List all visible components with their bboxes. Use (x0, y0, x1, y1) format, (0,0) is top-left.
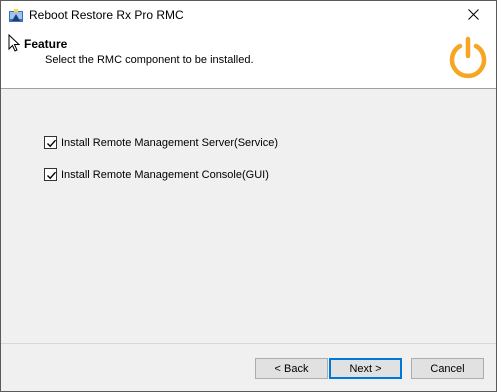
power-icon (445, 34, 491, 80)
cancel-button[interactable]: Cancel (411, 358, 484, 379)
option-console[interactable]: Install Remote Management Console(GUI) (44, 168, 269, 181)
checkmark-icon (47, 171, 57, 180)
installer-window: Reboot Restore Rx Pro RMC Feature Select… (0, 0, 497, 392)
footer-divider (1, 343, 496, 344)
next-button[interactable]: Next > (329, 358, 402, 379)
server-option-label: Install Remote Management Server(Service… (61, 136, 279, 149)
close-button[interactable] (450, 1, 496, 31)
page-header: Feature Select the RMC component to be i… (1, 31, 496, 89)
option-server[interactable]: Install Remote Management Server(Service… (44, 136, 278, 149)
window-title: Reboot Restore Rx Pro RMC (29, 8, 184, 22)
page-title: Feature (24, 37, 68, 51)
installer-icon (8, 8, 24, 24)
console-option-label: Install Remote Management Console(GUI) (61, 168, 269, 181)
checkmark-icon (47, 139, 57, 148)
close-icon (467, 9, 479, 23)
console-checkbox[interactable] (44, 168, 57, 181)
title-bar: Reboot Restore Rx Pro RMC (1, 1, 496, 31)
mouse-cursor-icon (8, 33, 21, 52)
back-button[interactable]: < Back (255, 358, 328, 379)
page-subtitle: Select the RMC component to be installed… (45, 54, 254, 66)
server-checkbox[interactable] (44, 136, 57, 149)
